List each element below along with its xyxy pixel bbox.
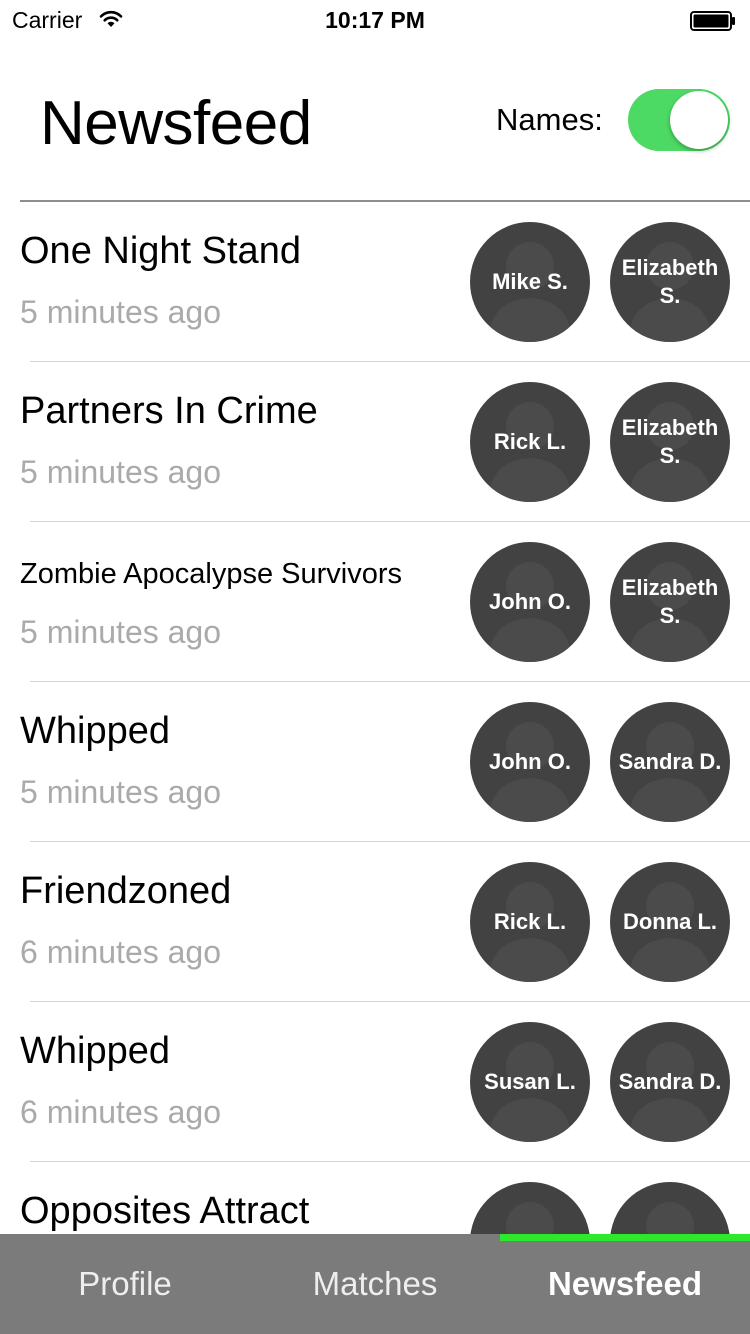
avatar[interactable]: Rick L. <box>470 382 590 502</box>
list-item[interactable]: Whipped 5 minutes ago John O. Sandra D. <box>0 682 750 842</box>
avatar[interactable]: Rick L. <box>470 862 590 982</box>
tab-profile[interactable]: Profile <box>0 1234 250 1334</box>
page-title: Newsfeed <box>40 89 312 158</box>
avatar[interactable]: Donna L. <box>610 862 730 982</box>
avatar-name: Elizabeth S. <box>621 415 719 468</box>
avatar[interactable]: Elizabeth S. <box>610 542 730 662</box>
tab-newsfeed[interactable]: Newsfeed <box>500 1234 750 1334</box>
avatar-name: Sandra D. <box>618 749 722 774</box>
status-time: 10:17 PM <box>325 7 425 33</box>
list-item[interactable]: Partners In Crime 5 minutes ago Rick L. … <box>0 362 750 522</box>
list-item[interactable]: Zombie Apocalypse Survivors 5 minutes ag… <box>0 522 750 682</box>
avatar-name: Susan L. <box>484 1069 576 1094</box>
toggle-knob <box>670 91 728 149</box>
avatar[interactable]: John O. <box>470 702 590 822</box>
avatar-name: John O. <box>489 749 571 774</box>
match-time: 6 minutes ago <box>20 934 222 970</box>
avatar[interactable]: Sandra D. <box>610 702 730 822</box>
match-title: Partners In Crime <box>20 390 318 432</box>
avatar[interactable] <box>610 1182 730 1234</box>
avatar-name: Elizabeth S. <box>621 255 719 308</box>
tab-matches[interactable]: Matches <box>250 1234 500 1334</box>
match-title: Friendzoned <box>20 870 232 912</box>
avatar[interactable]: Elizabeth S. <box>610 382 730 502</box>
avatar[interactable]: Mike S. <box>470 222 590 342</box>
list-item[interactable]: One Night Stand 5 minutes ago Mike S. El… <box>0 202 750 362</box>
names-toggle-label: Names: <box>496 102 603 137</box>
avatar-name <box>474 1182 586 1234</box>
match-title: Opposites Attract <box>20 1190 310 1232</box>
match-time: 5 minutes ago <box>20 774 222 810</box>
match-time: 5 minutes ago <box>20 614 222 650</box>
avatar-name: Sandra D. <box>618 1069 722 1094</box>
battery-icon <box>690 11 735 31</box>
list-item[interactable]: Whipped 6 minutes ago Susan L. Sandra D. <box>0 1002 750 1162</box>
match-title: Whipped <box>20 710 170 752</box>
avatar[interactable]: John O. <box>470 542 590 662</box>
avatar-name: Rick L. <box>493 909 567 934</box>
match-time: 5 minutes ago <box>20 294 222 330</box>
list-item[interactable]: Friendzoned 6 minutes ago Rick L. Donna … <box>0 842 750 1002</box>
status-bar: Carrier 10:17 PM <box>0 0 750 40</box>
names-toggle[interactable] <box>628 89 730 151</box>
match-time: 5 minutes ago <box>20 454 222 490</box>
avatar-name: Mike S. <box>492 269 568 294</box>
match-title: Whipped <box>20 1030 170 1072</box>
avatar[interactable]: Susan L. <box>470 1022 590 1142</box>
avatar[interactable]: Elizabeth S. <box>610 222 730 342</box>
avatar-name: Donna L. <box>622 909 718 934</box>
match-title: Zombie Apocalypse Survivors <box>20 558 402 590</box>
avatar-name: John O. <box>489 589 571 614</box>
header: Newsfeed Names: <box>0 40 750 202</box>
newsfeed-list[interactable]: One Night Stand 5 minutes ago Mike S. El… <box>0 202 750 1234</box>
match-time: 6 minutes ago <box>20 1094 222 1130</box>
tab-bar: Profile Matches Newsfeed <box>0 1234 750 1334</box>
list-item[interactable]: Opposites Attract <box>0 1162 750 1234</box>
match-title: One Night Stand <box>20 230 301 272</box>
active-tab-indicator <box>500 1234 750 1241</box>
avatar-name: Rick L. <box>493 429 567 454</box>
avatar-name: Elizabeth S. <box>621 575 719 628</box>
avatar-name <box>614 1182 726 1234</box>
avatar[interactable]: Sandra D. <box>610 1022 730 1142</box>
avatar[interactable] <box>470 1182 590 1234</box>
